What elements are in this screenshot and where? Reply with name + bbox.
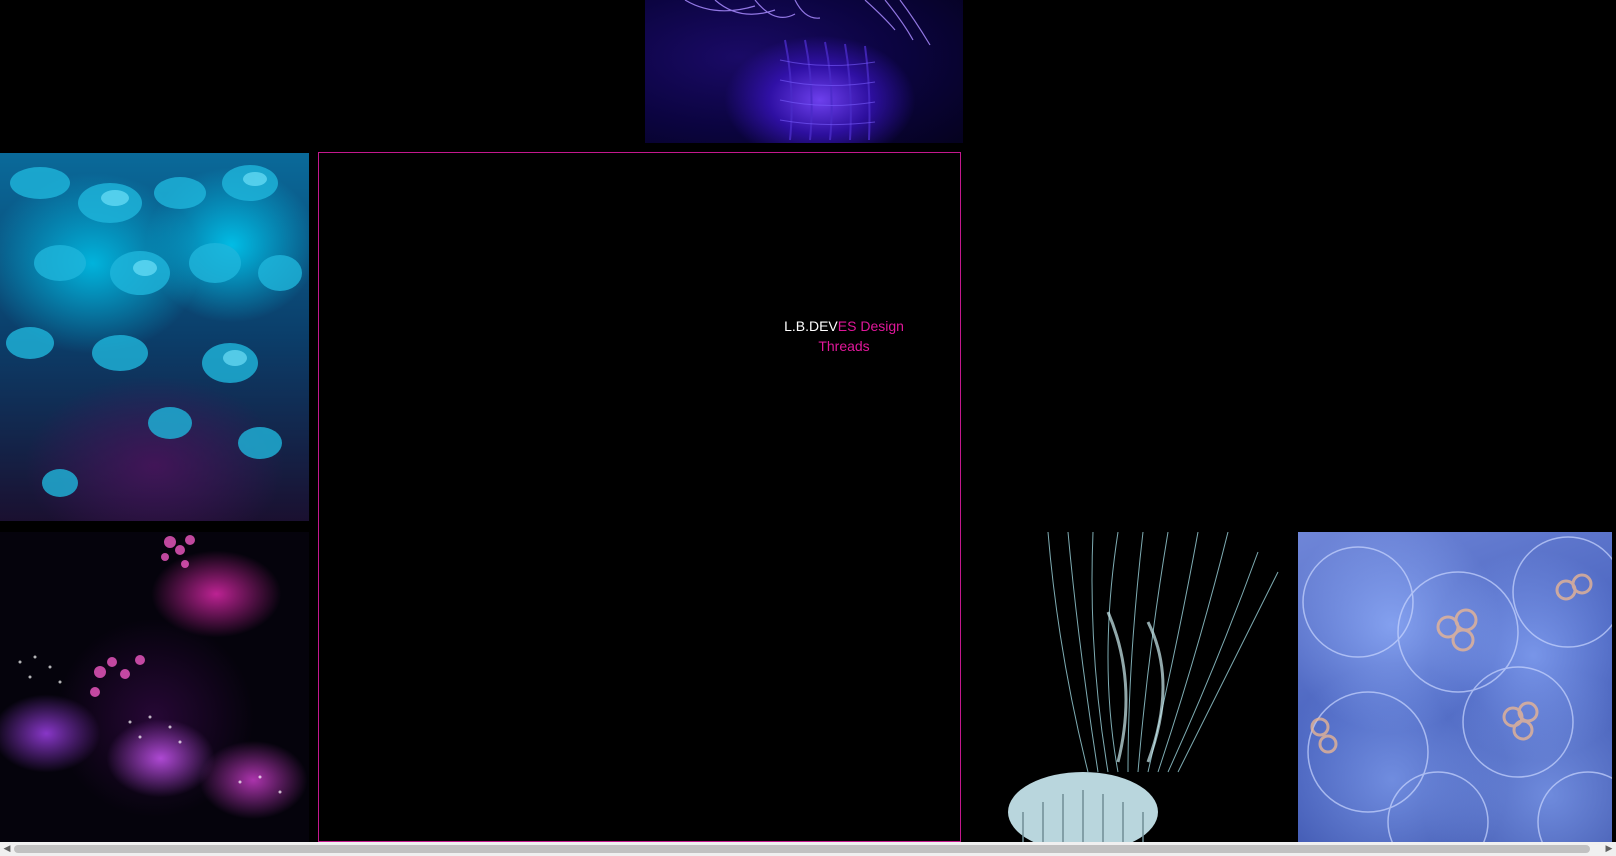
scroll-left-icon[interactable]: ◀ xyxy=(0,842,14,856)
brand-name-white: L.B.DEV xyxy=(784,318,838,334)
pink-jellyfish-image[interactable] xyxy=(0,532,309,842)
scroll-right-icon[interactable]: ▶ xyxy=(1602,842,1616,856)
white-jellyfish-image[interactable] xyxy=(978,532,1287,842)
purple-anemone-image[interactable] xyxy=(645,0,963,143)
brand-logo[interactable]: L.B.DEVES Design Threads xyxy=(739,316,949,356)
main-content-panel: L.B.DEVES Design Threads xyxy=(318,152,961,842)
gallery-stage: L.B.DEVES Design Threads ◀ ▶ xyxy=(0,0,1616,856)
brand-name-pink: ES Design xyxy=(837,318,904,334)
brand-subtitle: Threads xyxy=(818,338,870,354)
horizontal-scrollbar[interactable]: ◀ ▶ xyxy=(0,842,1616,856)
blue-coral-image[interactable] xyxy=(0,153,309,521)
scrollbar-thumb[interactable] xyxy=(14,845,1590,853)
moon-jellyfish-image[interactable] xyxy=(1298,532,1612,842)
